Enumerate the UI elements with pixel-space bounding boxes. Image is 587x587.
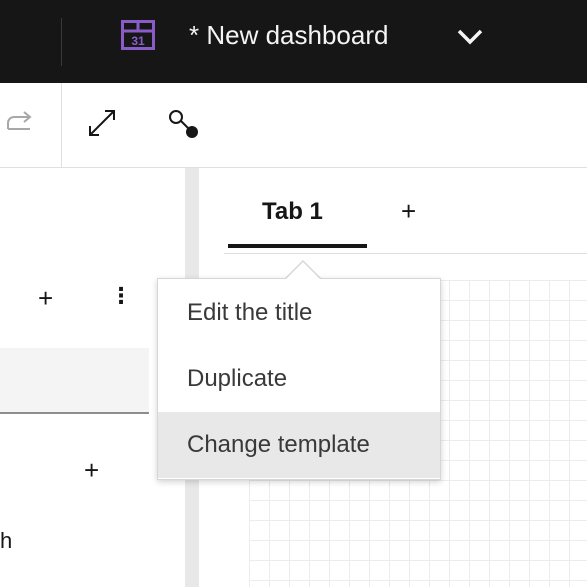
header-divider xyxy=(61,18,62,66)
add-tab-button[interactable]: + xyxy=(401,196,416,227)
more-options-button[interactable]: ⋮ xyxy=(110,285,132,307)
redo-icon[interactable] xyxy=(2,111,38,137)
dashboard-icon: 31 xyxy=(121,20,155,50)
add-item-button[interactable]: + xyxy=(84,455,99,486)
svg-text:31: 31 xyxy=(131,34,145,48)
app-header: 31 * New dashboard xyxy=(0,0,587,83)
fullscreen-icon[interactable] xyxy=(86,107,118,139)
toolbar-separator xyxy=(61,83,62,167)
connect-icon[interactable] xyxy=(165,107,203,141)
toolbar xyxy=(0,83,587,168)
add-page-button[interactable]: + xyxy=(38,283,53,314)
tab-context-menu: Edit the title Duplicate Change template xyxy=(157,278,441,480)
dashboard-title[interactable]: * New dashboard xyxy=(189,18,388,52)
menu-arrow-fill xyxy=(285,262,321,280)
tab-1[interactable]: Tab 1 xyxy=(262,198,323,226)
tab-selected-indicator xyxy=(228,244,367,248)
page-list-item[interactable] xyxy=(0,348,149,414)
panel-partial-text: h xyxy=(0,528,13,553)
menu-item-edit-title[interactable]: Edit the title xyxy=(158,280,440,346)
tab-strip-border xyxy=(224,253,587,254)
menu-item-change-template[interactable]: Change template xyxy=(158,412,440,478)
chevron-down-icon[interactable] xyxy=(455,24,485,48)
menu-item-duplicate[interactable]: Duplicate xyxy=(158,346,440,412)
